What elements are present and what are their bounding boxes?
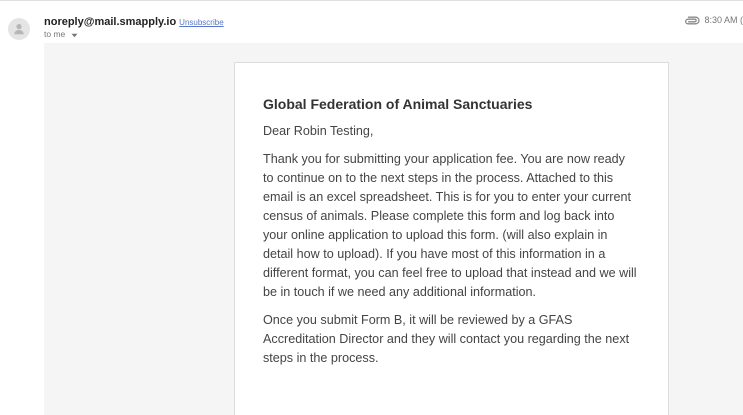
email-card: Global Federation of Animal Sanctuaries … — [234, 62, 669, 415]
message-meta: 8:30 AM ( — [684, 12, 743, 28]
body-paragraph: Once you submit Form B, it will be revie… — [263, 313, 630, 365]
caret-down-icon — [71, 30, 78, 40]
organization-heading: Global Federation of Animal Sanctuaries — [263, 96, 533, 112]
unsubscribe-link[interactable]: Unsubscribe — [179, 18, 223, 27]
sender-avatar[interactable] — [8, 18, 30, 40]
person-icon — [14, 24, 24, 35]
recipient-label: to me — [44, 29, 66, 39]
body-paragraph: Thank you for submitting your applicatio… — [263, 152, 637, 299]
message-time: 8:30 AM ( — [704, 15, 743, 25]
sender-line: noreply@mail.smapply.io Unsubscribe — [44, 12, 224, 28]
sender-email[interactable]: noreply@mail.smapply.io — [44, 16, 176, 28]
greeting: Dear Robin Testing, — [263, 124, 374, 138]
message-body-panel: Global Federation of Animal Sanctuaries … — [44, 43, 743, 415]
recipient-details-toggle[interactable]: to me — [44, 29, 78, 41]
top-divider — [0, 0, 743, 1]
paperclip-icon — [684, 16, 701, 25]
